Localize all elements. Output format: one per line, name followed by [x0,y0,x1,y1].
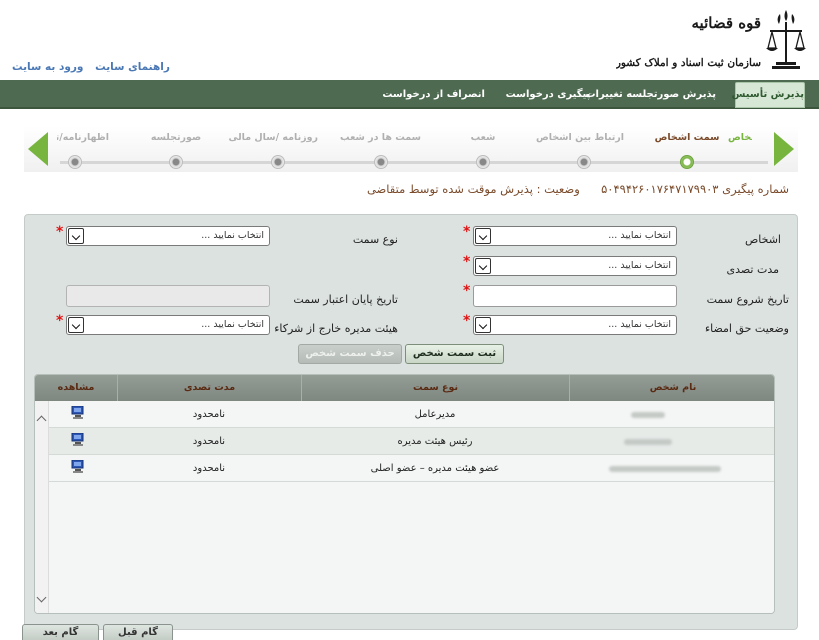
chevron-down-icon [475,228,491,244]
table-row[interactable]: عضو هیئت مدیره – عضو اصلی نامحدود [49,455,774,482]
tracking-label: شماره پیگیری [722,182,789,196]
main-nav: پذیرش تأسیس پذیرش صورتجلسه تغییرات پیگیر… [0,80,819,109]
header: قوه قضائیه سازمان ثبت اسناد و املاک کشور… [0,0,819,80]
wizard-step-label: اظهارنامه/تقاضا [57,132,109,143]
page: قوه قضائیه سازمان ثبت اسناد و املاک کشور… [0,0,819,640]
tenure-select[interactable]: انتخاب نمایید ... [473,256,677,276]
persons-select[interactable]: انتخاب نمایید ... [473,226,677,246]
wizard-step-dot-icon [577,155,591,169]
org-subtitle: سازمان ثبت اسناد و املاک کشور [616,57,761,69]
redacted-name [631,412,665,418]
role-cell: مدیرعامل [414,409,456,420]
chevron-down-icon [68,317,84,333]
roles-table: نام شخص نوع سمت مدت تصدی مشاهده مدیرعامل… [34,374,775,614]
nav-item-changes[interactable]: پذیرش صورتجلسه تغییرات [585,80,716,109]
redacted-name [624,439,672,445]
wizard-step-label: سمت ها در شعب [340,132,421,143]
persons-label: اشخاص [744,233,781,246]
submit-role-button[interactable]: ثبت سمت شخص [405,344,504,364]
wizard-step-dot-icon [271,155,285,169]
role-type-select[interactable]: انتخاب نمایید ... [66,226,270,246]
chevron-down-icon [475,317,491,333]
wizard-step-dot-icon [68,155,82,169]
start-date-label: تاریخ شروع سمت [706,293,789,306]
scroll-down-icon[interactable] [36,592,47,603]
wizard-step-dot-icon [476,155,490,169]
nav-item-tracking[interactable]: پیگیری درخواست [503,80,593,109]
wizard-step-label: روزنامه /سال مالی [228,132,319,143]
table-row[interactable]: رئیس هیئت مدیره نامحدود [49,428,774,455]
view-monitor-icon[interactable] [71,460,85,473]
table-scrollbar[interactable] [35,401,49,613]
tenure-cell: نامحدود [192,436,226,447]
judiciary-logo: قوه قضائیه سازمان ثبت اسناد و املاک کشور [616,10,806,69]
wizard-step-newspaper[interactable]: روزنامه /سال مالی [228,126,319,172]
prev-step-button[interactable]: گام قبل [103,624,173,640]
role-cell: عضو هیئت مدیره – عضو اصلی [370,463,500,474]
wizard-step-dot-icon [169,155,183,169]
signature-label: وضعیت حق امضاء [704,322,789,335]
chevron-down-icon [68,228,84,244]
chevron-down-icon [475,258,491,274]
guide-link[interactable]: راهنمای سایت [95,61,170,73]
table-header: نام شخص نوع سمت مدت تصدی مشاهده [35,375,774,401]
wizard-step-label: سمت اشخاص [654,132,720,143]
wizard-step-branches[interactable]: شعب [443,126,523,172]
table-row[interactable]: مدیرعامل نامحدود [49,401,774,428]
wizard-step-dot-icon [374,155,388,169]
required-mark: * [56,224,64,240]
next-step-button[interactable]: گام بعد [22,624,99,640]
status-value: پذیرش موقت شده توسط متقاضی [366,182,533,196]
outside-board-label: هیئت مدیره خارج از شرکاء [274,322,398,335]
required-mark: * [463,254,471,270]
nav-item-withdraw[interactable]: انصراف از درخواست [382,80,485,109]
required-mark: * [463,313,471,329]
tenure-cell: نامحدود [192,463,226,474]
end-date-input[interactable] [66,285,270,307]
status-label: وضعیت : [536,182,580,196]
wizard-step-dot-icon [680,155,694,169]
wizard-step-branch-roles[interactable]: سمت ها در شعب [340,126,421,172]
role-cell: رئیس هیئت مدیره [397,436,473,447]
nav-item-registration[interactable]: پذیرش تأسیس [732,82,805,108]
role-type-label: نوع سمت [352,233,398,246]
signature-select[interactable]: انتخاب نمایید ... [473,315,677,335]
steps-wizard: اشخاص سمت اشخاص ارتباط بین اشخاص شعب سمت… [24,126,798,172]
tracking-number: ۵۰۴۹۴۲۶۰۱۷۶۴۷۱۷۹۹۰۳ [601,182,719,196]
col-person-name[interactable]: نام شخص [569,375,774,401]
login-link[interactable]: ورود به سایت [12,61,83,73]
request-status: شماره پیگیری ۵۰۴۹۴۲۶۰۱۷۶۴۷۱۷۹۹۰۳ وضعیت :… [367,182,789,196]
view-monitor-icon[interactable] [71,406,85,419]
wizard-step-label: ارتباط بین اشخاص [535,132,624,143]
wizard-step-declaration[interactable]: اظهارنامه/تقاضا [35,126,115,172]
required-mark: * [463,283,471,299]
wizard-step-label: صورتجلسه [150,132,202,143]
view-monitor-icon[interactable] [71,433,85,446]
delete-role-button[interactable]: حذف سمت شخص [298,344,402,364]
top-links: راهنمای سایت ورود به سایت [4,61,170,73]
wizard-step-minutes[interactable]: صورتجلسه [136,126,216,172]
required-mark: * [56,313,64,329]
table-body: مدیرعامل نامحدود رئیس هیئت مدیره نامحدود… [35,401,774,613]
start-date-input[interactable] [473,285,677,307]
col-tenure[interactable]: مدت تصدی [117,375,301,401]
wizard-step-relations[interactable]: ارتباط بین اشخاص [535,126,624,172]
col-role-type[interactable]: نوع سمت [301,375,569,401]
wizard-step-label: شعب [470,132,496,143]
wizard-step-label: اشخاص [728,132,752,143]
redacted-name [609,466,721,472]
org-title: قوه قضائیه [692,14,762,32]
wizard-step-person-roles[interactable]: سمت اشخاص [647,126,727,172]
end-date-label: تاریخ پایان اعتبار سمت [293,293,398,306]
required-mark: * [463,224,471,240]
scroll-up-icon[interactable] [36,415,47,426]
tenure-label: مدت تصدی [726,263,779,276]
outside-board-select[interactable]: انتخاب نمایید ... [66,315,270,335]
tenure-cell: نامحدود [192,409,226,420]
col-view[interactable]: مشاهده [35,375,117,401]
wizard-step-persons[interactable]: اشخاص [718,126,798,172]
